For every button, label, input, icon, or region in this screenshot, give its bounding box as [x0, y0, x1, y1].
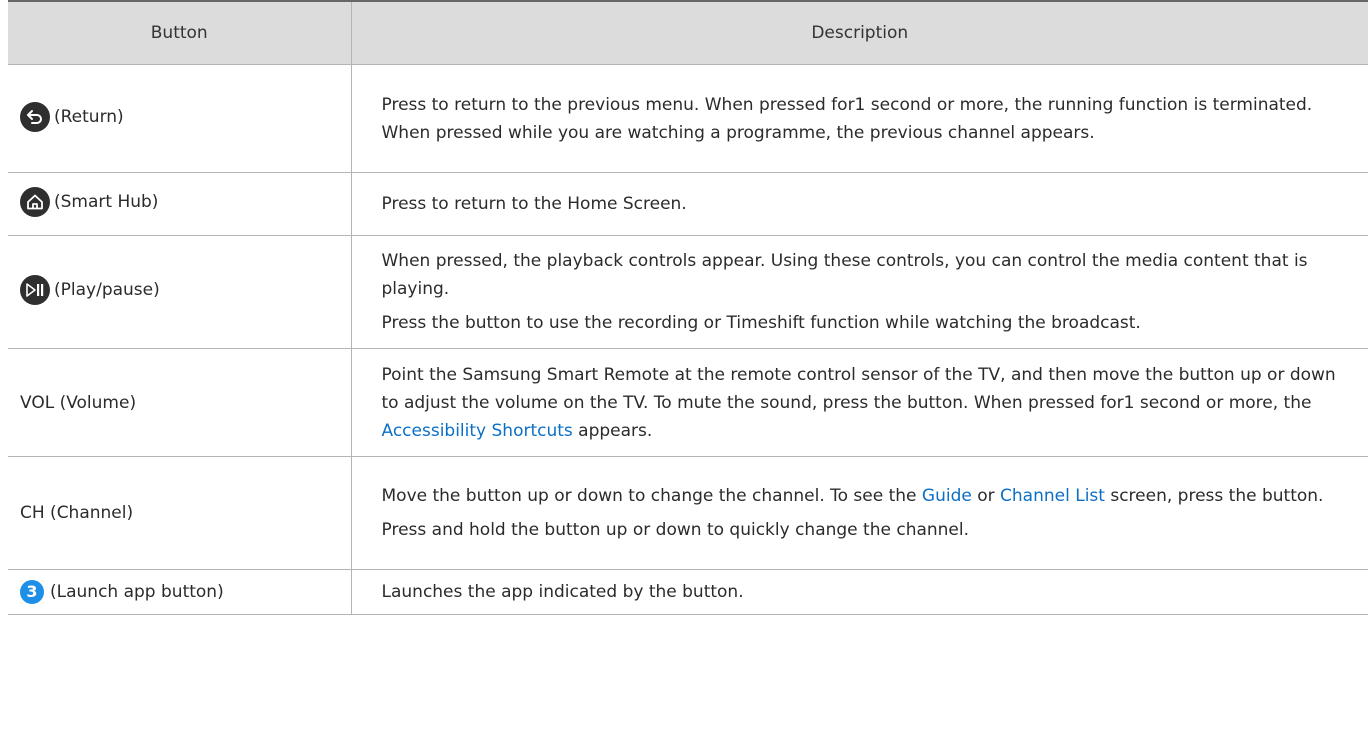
table-row: 3 (Launch app button) Launches the app i… [8, 569, 1368, 615]
return-icon [20, 101, 50, 132]
description-fragment: appears. [572, 420, 653, 441]
description-text: Press to return to the previous menu. Wh… [381, 94, 1313, 143]
table-row: (Return) Press to return to the previous… [8, 64, 1368, 173]
description-cell: Point the Samsung Smart Remote at the re… [351, 348, 1368, 457]
description-fragment: Point the Samsung Smart Remote at the re… [381, 364, 1336, 413]
table-header-row: Button Description [8, 1, 1368, 65]
number-3-icon: 3 [20, 580, 44, 604]
button-cell: (Return) [8, 64, 352, 173]
description-fragment: or [971, 486, 1001, 506]
table-row: CH (Channel) Move the button up or down … [8, 456, 1368, 570]
table-row: VOL (Volume) Point the Samsung Smart Rem… [8, 348, 1368, 457]
description-text: Point the Samsung Smart Remote at the re… [382, 361, 1353, 445]
button-cell: VOL (Volume) [8, 348, 352, 457]
play-pause-icon [20, 275, 50, 305]
button-label: (Return) [54, 106, 124, 127]
button-label: CH (Channel) [20, 503, 134, 523]
description-cell: Move the button up or down to change the… [351, 456, 1368, 570]
button-cell: (Smart Hub) [8, 172, 352, 236]
button-cell: (Play/pause) [8, 235, 352, 349]
description-text: Press the button to use the recording or… [381, 313, 1141, 333]
description-text: Launches the app indicated by the button… [381, 582, 744, 602]
guide-link[interactable]: Guide [922, 486, 972, 506]
channel-list-link[interactable]: Channel List [1000, 486, 1105, 506]
column-header-description: Description [351, 1, 1368, 65]
description-text: Press to return to the Home Screen. [381, 194, 687, 214]
column-header-button: Button [8, 1, 352, 65]
description-fragment: Move the button up or down to change the… [381, 486, 922, 506]
button-label: (Smart Hub) [54, 192, 159, 212]
button-cell: 3 (Launch app button) [8, 569, 352, 615]
table-row: (Smart Hub) Press to return to the Home … [8, 172, 1368, 236]
description-text: When pressed, the playback controls appe… [381, 251, 1308, 299]
description-cell: Press to return to the previous menu. Wh… [351, 64, 1368, 173]
accessibility-shortcuts-link[interactable]: Accessibility Shortcuts [382, 421, 573, 441]
button-label: VOL (Volume) [20, 392, 137, 413]
description-cell: Launches the app indicated by the button… [351, 569, 1368, 615]
table-row: (Play/pause) When pressed, the playback … [8, 235, 1368, 349]
button-reference-table: Button Description (Return) Press to ret… [8, 0, 1368, 615]
button-cell: CH (Channel) [8, 456, 352, 570]
description-fragment: screen, press the button. [1104, 486, 1324, 506]
description-cell: Press to return to the Home Screen. [351, 172, 1368, 236]
home-icon [20, 187, 50, 217]
button-label: (Play/pause) [54, 280, 160, 300]
button-label: (Launch app button) [50, 582, 224, 602]
description-text: Press and hold the button up or down to … [381, 520, 970, 540]
description-cell: When pressed, the playback controls appe… [351, 235, 1368, 349]
description-text: Move the button up or down to change the… [382, 482, 1353, 510]
